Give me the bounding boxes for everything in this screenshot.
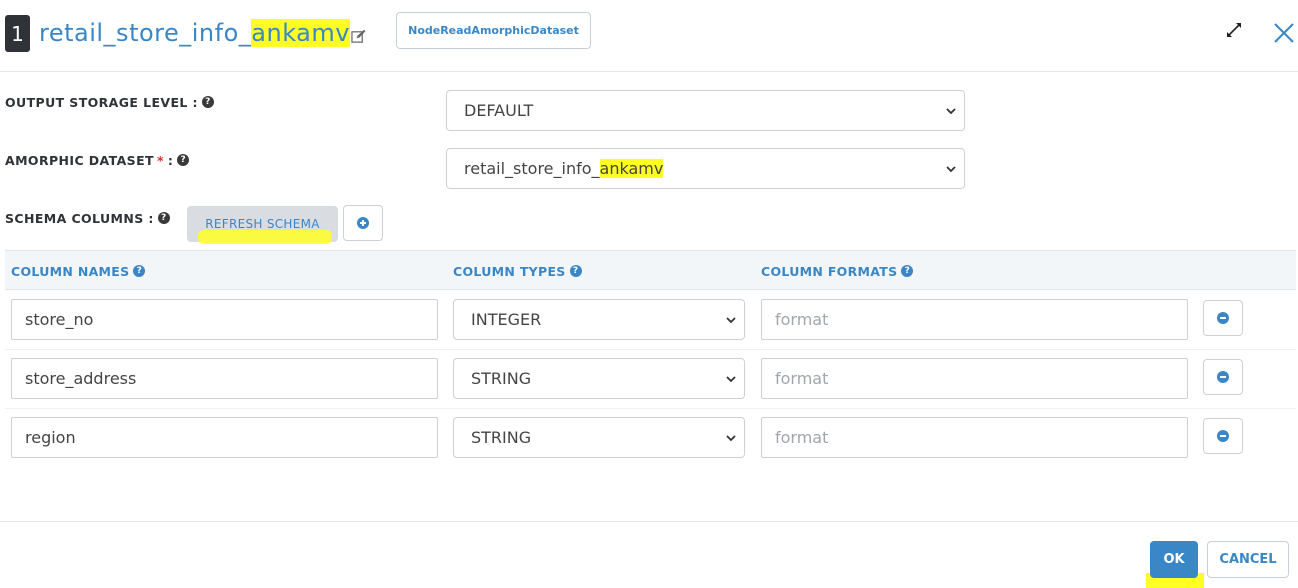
help-icon[interactable]: ? bbox=[177, 154, 190, 166]
refresh-schema-label: REFRESH SCHEMA bbox=[205, 217, 320, 231]
schema-columns-label: SCHEMA COLUMNS : ? bbox=[5, 210, 170, 226]
row-divider bbox=[5, 349, 1296, 350]
required-marker: * bbox=[156, 152, 164, 168]
refresh-highlight-mark bbox=[198, 230, 332, 244]
row-divider bbox=[5, 408, 1296, 409]
dataset-value-highlight: ankamv bbox=[599, 159, 664, 178]
chevron-down-icon bbox=[946, 165, 956, 172]
remove-column-button[interactable] bbox=[1203, 418, 1243, 454]
footer-divider bbox=[0, 521, 1298, 522]
modal-header: 1 retail_store_info_ ankamv NodeReadAmorp… bbox=[0, 0, 1298, 72]
chevron-down-icon bbox=[946, 107, 956, 114]
output-storage-label: OUTPUT STORAGE LEVEL : ? bbox=[5, 94, 214, 110]
column-type-select[interactable]: STRING bbox=[453, 417, 745, 458]
dataset-value-prefix: retail_store_info_ bbox=[464, 159, 600, 178]
column-types-header: COLUMN TYPES ? bbox=[453, 251, 582, 291]
node-number-badge: 1 bbox=[5, 15, 30, 52]
expand-icon[interactable] bbox=[1226, 22, 1242, 38]
chevron-down-icon bbox=[726, 434, 736, 441]
chevron-down-icon bbox=[726, 316, 736, 323]
column-name-input[interactable]: region bbox=[11, 417, 438, 458]
remove-circle-icon bbox=[1217, 312, 1229, 324]
help-icon[interactable]: ? bbox=[201, 96, 214, 108]
column-type-select[interactable]: INTEGER bbox=[453, 299, 745, 340]
help-icon[interactable]: ? bbox=[133, 265, 146, 277]
edit-icon[interactable] bbox=[351, 29, 366, 44]
remove-column-button[interactable] bbox=[1203, 300, 1243, 336]
column-type-value: STRING bbox=[471, 428, 532, 447]
add-circle-icon bbox=[357, 217, 369, 229]
node-title-prefix: retail_store_info_ bbox=[39, 19, 252, 47]
columns-table-header: COLUMN NAMES ? COLUMN TYPES ? COLUMN FOR… bbox=[5, 250, 1296, 290]
help-icon[interactable]: ? bbox=[569, 265, 582, 277]
dataset-value: retail_store_info_ankamv bbox=[447, 159, 664, 178]
column-names-header-text: COLUMN NAMES bbox=[11, 263, 130, 279]
remove-column-button[interactable] bbox=[1203, 359, 1243, 395]
help-icon[interactable]: ? bbox=[901, 265, 914, 277]
column-name-input[interactable]: store_no bbox=[11, 299, 438, 340]
ok-button[interactable]: OK bbox=[1150, 541, 1198, 578]
dataset-label: AMORPHIC DATASET * : ? bbox=[5, 152, 190, 168]
schema-columns-label-text: SCHEMA COLUMNS : bbox=[5, 210, 154, 226]
node-title[interactable]: retail_store_info_ ankamv bbox=[39, 15, 366, 51]
column-format-input[interactable]: format bbox=[761, 299, 1188, 340]
column-type-value: INTEGER bbox=[471, 310, 542, 329]
column-type-select[interactable]: STRING bbox=[453, 358, 745, 399]
add-column-button[interactable] bbox=[343, 205, 383, 241]
column-formats-header-text: COLUMN FORMATS bbox=[761, 263, 898, 279]
column-formats-header: COLUMN FORMATS ? bbox=[761, 251, 914, 291]
chevron-down-icon bbox=[726, 375, 736, 382]
column-name-input[interactable]: store_address bbox=[11, 358, 438, 399]
cancel-button[interactable]: CANCEL bbox=[1207, 541, 1289, 578]
column-names-header: COLUMN NAMES ? bbox=[11, 251, 146, 291]
node-type-button[interactable]: NodeReadAmorphicDataset bbox=[396, 12, 591, 49]
output-storage-select[interactable]: DEFAULT bbox=[446, 90, 965, 131]
close-icon[interactable] bbox=[1273, 22, 1295, 44]
remove-circle-icon bbox=[1217, 371, 1229, 383]
dataset-label-text: AMORPHIC DATASET bbox=[5, 152, 154, 168]
dataset-label-colon: : bbox=[167, 152, 174, 168]
dataset-select[interactable]: retail_store_info_ankamv bbox=[446, 148, 965, 189]
column-format-input[interactable]: format bbox=[761, 358, 1188, 399]
remove-circle-icon bbox=[1217, 430, 1229, 442]
help-icon[interactable]: ? bbox=[157, 212, 170, 224]
column-types-header-text: COLUMN TYPES bbox=[453, 263, 566, 279]
column-format-input[interactable]: format bbox=[761, 417, 1188, 458]
output-storage-value: DEFAULT bbox=[464, 101, 534, 120]
output-storage-label-text: OUTPUT STORAGE LEVEL : bbox=[5, 94, 198, 110]
column-type-value: STRING bbox=[471, 369, 532, 388]
node-title-highlight: ankamv bbox=[251, 19, 350, 47]
